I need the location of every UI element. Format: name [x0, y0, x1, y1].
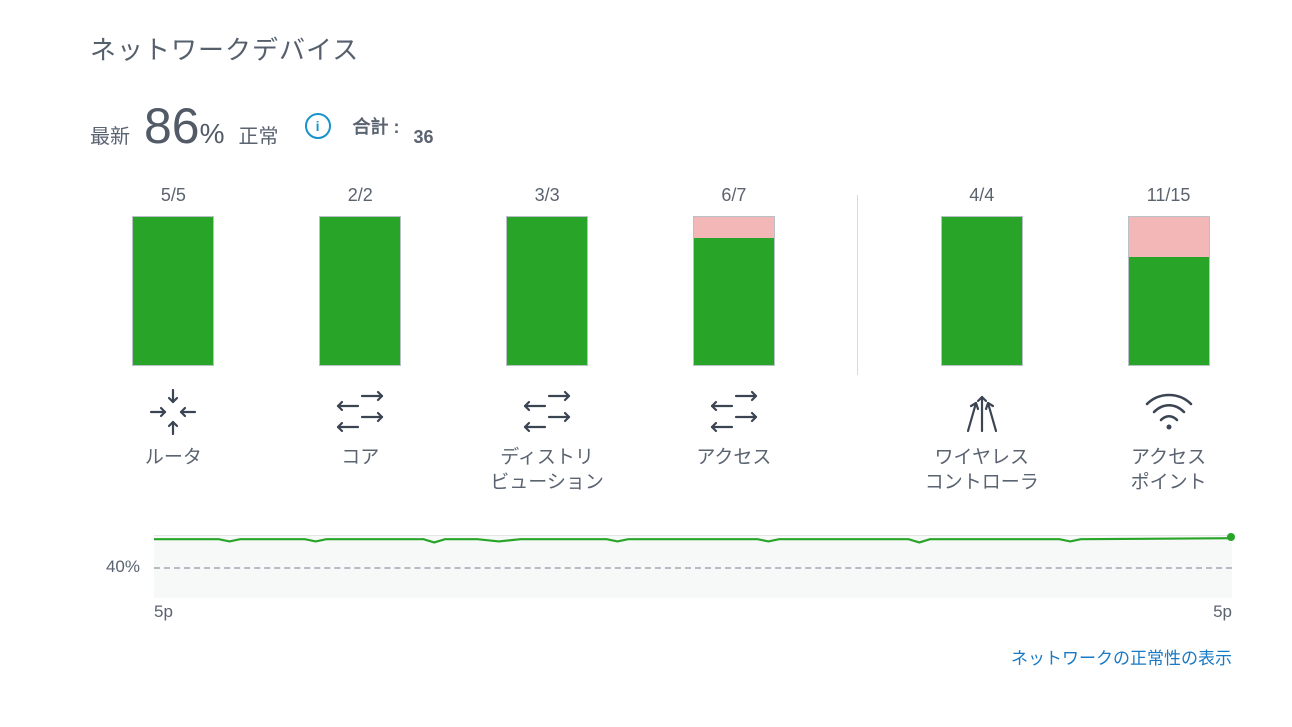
sparkline-y-label: 40%	[90, 557, 140, 577]
sparkline-end-dot	[1227, 533, 1235, 541]
router-icon	[147, 384, 199, 440]
device-name: ワイヤレス コントローラ	[925, 446, 1039, 495]
device-card-core[interactable]: 2/2 コア	[297, 185, 424, 471]
vertical-separator	[857, 195, 858, 375]
health-percent: 86	[144, 98, 200, 154]
device-name: アクセス	[696, 446, 771, 471]
sparkline-x-axis: 5p 5p	[154, 602, 1232, 622]
ratio-label: 4/4	[969, 185, 994, 206]
health-fill	[942, 217, 1022, 365]
health-meter	[941, 216, 1023, 366]
total-count: 36	[414, 127, 434, 148]
sparkline-row: 40%	[90, 535, 1232, 598]
health-fill	[320, 217, 400, 365]
health-meter	[506, 216, 588, 366]
info-icon[interactable]: i	[305, 113, 331, 139]
device-cards: 5/5 ルータ 2/2	[110, 185, 1232, 495]
device-name: アクセス ポイント	[1131, 446, 1207, 495]
sparkline-chart[interactable]	[154, 535, 1232, 598]
switch-icon	[519, 384, 575, 440]
health-meter	[1128, 216, 1210, 366]
page-title: ネットワークデバイス	[90, 30, 1232, 67]
x-end-label: 5p	[1213, 602, 1232, 622]
health-fill	[1129, 257, 1209, 365]
health-fill	[507, 217, 587, 365]
wifi-icon	[1141, 384, 1197, 440]
device-card-ap[interactable]: 11/15 アクセス ポイント	[1105, 185, 1232, 495]
total-label: 合計 :	[353, 113, 400, 139]
wlc-icon	[956, 384, 1008, 440]
device-card-wlc[interactable]: 4/4 ワイヤレス コントローラ	[918, 185, 1045, 495]
percent-sign: %	[200, 118, 225, 149]
health-meter	[132, 216, 214, 366]
x-start-label: 5p	[154, 602, 173, 622]
ratio-label: 2/2	[348, 185, 373, 206]
health-fill	[133, 217, 213, 365]
health-meter	[319, 216, 401, 366]
device-card-router[interactable]: 5/5 ルータ	[110, 185, 237, 471]
summary-row: 最新 86% 正常 i 合計 : 36	[90, 97, 1232, 155]
view-network-health-link[interactable]: ネットワークの正常性の表示	[1011, 649, 1232, 668]
device-name: ディストリ ビューション	[490, 446, 604, 495]
sparkline-path	[154, 536, 1232, 603]
device-card-access[interactable]: 6/7 アクセス	[671, 185, 798, 471]
ratio-label: 11/15	[1147, 185, 1191, 206]
ratio-label: 3/3	[535, 185, 560, 206]
device-name: コア	[341, 446, 379, 471]
latest-label: 最新	[90, 120, 130, 149]
device-name: ルータ	[145, 446, 202, 471]
normal-label: 正常	[239, 120, 279, 149]
health-meter	[693, 216, 775, 366]
health-fill	[694, 238, 774, 365]
ratio-label: 6/7	[721, 185, 746, 206]
switch-icon	[706, 384, 762, 440]
ratio-label: 5/5	[161, 185, 186, 206]
switch-icon	[332, 384, 388, 440]
device-card-distribution[interactable]: 3/3 ディストリ ビューション	[484, 185, 611, 495]
